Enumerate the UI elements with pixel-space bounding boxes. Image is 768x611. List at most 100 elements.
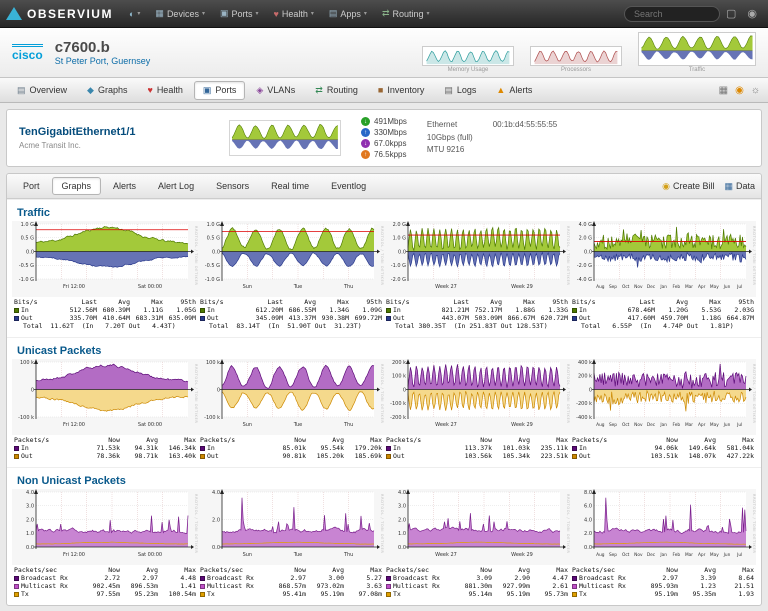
minigraph-processors[interactable]: Processors — [530, 46, 622, 73]
subtab-port[interactable]: Port — [13, 177, 50, 195]
port-subtabs-bar: PortGraphsAlertsAlert LogSensorsReal tim… — [7, 174, 761, 199]
global-menu[interactable]: ◐ ▾ — [122, 5, 147, 23]
graph-block-week: 100 k0-100 kSunTueThuRRDTOOL / TOBI OETI… — [198, 359, 384, 464]
memory-sparkline[interactable] — [422, 46, 514, 66]
logout-icon[interactable]: ◉ — [742, 7, 762, 20]
svg-text:200 k: 200 k — [578, 374, 592, 380]
rrd-graph[interactable]: 400 k200 k0-200 k-400 kAugSepOctNovDecJa… — [570, 359, 756, 435]
legend-swatch — [386, 592, 391, 597]
traffic-sparkline[interactable] — [638, 32, 756, 66]
port-type: Ethernet — [427, 119, 473, 132]
rrd-graph[interactable]: 100 k0-100 kSunTueThuRRDTOOL / TOBI OETI… — [198, 359, 384, 435]
graph-legend: Bits/sLastAvgMax95thIn821.21M752.17M1.88… — [384, 297, 570, 334]
nav-menus: ▦Devices▾▣Ports▾♥Health▾▤Apps▾⇄Routing▾ — [148, 4, 436, 23]
tab-vlans[interactable]: ◈VLANs — [247, 81, 304, 100]
data-icon: ▦ — [724, 181, 733, 192]
svg-text:Apr: Apr — [698, 284, 706, 290]
legend-row: Broadcast Rx2.973.005.27 — [200, 574, 382, 582]
legend-swatch — [572, 308, 577, 313]
mini-traffic-graph[interactable] — [229, 120, 341, 156]
graph-row: 1.0 G0.5 G0.0-0.5 G-1.0 GFri 12:00Sat 00… — [7, 221, 761, 337]
port-mtu: MTU 9216 — [427, 144, 473, 157]
svg-text:Jun: Jun — [723, 552, 731, 558]
legend-row: Out103.56k105.34k223.51k — [386, 452, 568, 460]
legend-header: Packets/sNowAvgMax — [386, 436, 568, 444]
legend-swatch — [386, 584, 391, 589]
device-name[interactable]: c7600.b — [55, 39, 151, 56]
svg-text:Thu: Thu — [343, 552, 353, 558]
health-icon: ♥ — [274, 9, 279, 19]
tabbar-right-icons: ▦ ◉ ☼ — [719, 85, 760, 96]
observium-logo[interactable]: OBSERVIUM — [6, 7, 113, 21]
data-button[interactable]: ▦Data — [724, 181, 755, 192]
rrd-graph[interactable]: 4.03.02.01.00.0Week 27Week 29RRDTOOL / T… — [384, 489, 570, 565]
brand-name: OBSERVIUM — [27, 7, 113, 21]
rrdtool-watermark: RRDTOOL / TOBI OETIKER — [752, 494, 756, 553]
mini-line-graph[interactable] — [530, 46, 622, 66]
subtab-real-time[interactable]: Real time — [261, 177, 319, 195]
legend-row: Out90.81k105.20k185.69k — [200, 452, 382, 460]
svg-text:Feb: Feb — [673, 552, 681, 558]
rate-value: 67.0kpps — [374, 139, 406, 148]
processors-sparkline[interactable] — [530, 46, 622, 66]
tab-routing[interactable]: ⇄Routing — [306, 81, 367, 100]
tab-logs[interactable]: ▤Logs — [435, 81, 485, 100]
mini-traffic-graph[interactable] — [638, 32, 756, 66]
bell-icon[interactable]: ◉ — [735, 85, 744, 96]
svg-text:-100 k: -100 k — [18, 415, 34, 421]
legend-row: Out345.09M413.37M930.38M699.72M — [200, 314, 382, 322]
minigraph-traffic[interactable]: Traffic — [638, 32, 756, 73]
tab-health[interactable]: ♥Health — [138, 81, 191, 100]
svg-text:Apr: Apr — [698, 422, 706, 428]
port-name[interactable]: TenGigabitEthernet1/1 — [19, 126, 209, 138]
create-bill-button[interactable]: ◉Create Bill — [662, 181, 714, 192]
svg-text:Sep: Sep — [609, 552, 617, 558]
rrd-graph[interactable]: 200 k100 k0-100 k-200 kWeek 27Week 29RRD… — [384, 359, 570, 435]
gear-icon[interactable]: ☼ — [751, 85, 760, 96]
svg-text:Sun: Sun — [243, 422, 253, 428]
rrdtool-watermark: RRDTOOL / TOBI OETIKER — [752, 226, 756, 285]
display-icon[interactable]: ▢ — [721, 7, 741, 20]
rrd-graph[interactable]: 100 k0-100 kFri 12:00Sat 00:00RRDTOOL / … — [12, 359, 198, 435]
svg-text:Jun: Jun — [723, 422, 731, 428]
tab-inventory[interactable]: ■Inventory — [369, 81, 433, 100]
menu-routing[interactable]: ⇄Routing▾ — [375, 4, 437, 23]
rrd-graph[interactable]: 1.0 G0.5 G0.0-0.5 G-1.0 GFri 12:00Sat 00… — [12, 221, 198, 297]
subtab-sensors[interactable]: Sensors — [206, 177, 259, 195]
rrd-graph[interactable]: 1.0 G0.5 G0.0-0.5 G-1.0 GSunTueThuRRDTOO… — [198, 221, 384, 297]
rrd-graph[interactable]: 8.06.04.02.00.0AugSepOctNovDecJanFebMarA… — [570, 489, 756, 565]
subtab-alerts[interactable]: Alerts — [103, 177, 146, 195]
subtab-graphs[interactable]: Graphs — [52, 177, 102, 195]
tab-overview[interactable]: ▤Overview — [8, 81, 76, 100]
legend-swatch — [572, 584, 577, 589]
subtab-alert-log[interactable]: Alert Log — [148, 177, 204, 195]
menu-devices[interactable]: ▦Devices▾ — [148, 4, 212, 23]
svg-text:2.0: 2.0 — [584, 531, 592, 537]
device-location[interactable]: St Peter Port, Guernsey — [55, 56, 151, 66]
mini-line-graph[interactable] — [422, 46, 514, 66]
svg-text:0.0: 0.0 — [212, 545, 220, 551]
minigraph-memory[interactable]: Memory Usage — [422, 46, 514, 73]
subtab-eventlog[interactable]: Eventlog — [321, 177, 376, 195]
devices-icon: ▦ — [155, 8, 164, 19]
rrd-graph[interactable]: 2.0 G1.0 G0.0-1.0 G-2.0 GWeek 27Week 29R… — [384, 221, 570, 297]
menu-apps[interactable]: ▤Apps▾ — [322, 4, 374, 23]
device-identity: c7600.b St Peter Port, Guernsey — [55, 39, 151, 66]
rrd-graph[interactable]: 4.03.02.01.00.0Fri 12:00Sat 00:00RRDTOOL… — [12, 489, 198, 565]
tab-graphs[interactable]: ◆Graphs — [78, 81, 136, 100]
menu-ports[interactable]: ▣Ports▾ — [213, 4, 266, 23]
search-input[interactable] — [624, 6, 720, 22]
tab-alerts[interactable]: ▲Alerts — [487, 81, 541, 100]
legend-swatch — [386, 454, 391, 459]
rrd-graph[interactable]: 4.0 G2.0 G0.0-2.0 G-4.0 GAugSepOctNovDec… — [570, 221, 756, 297]
svg-text:Week 29: Week 29 — [511, 422, 533, 428]
rrd-graph[interactable]: 4.02.00.0SunTueThuRRDTOOL / TOBI OETIKER — [198, 489, 384, 565]
menu-health[interactable]: ♥Health▾ — [267, 4, 321, 23]
legend-swatch — [386, 446, 391, 451]
svg-text:0: 0 — [403, 387, 406, 393]
window-icon[interactable]: ▦ — [719, 85, 728, 96]
legend-swatch — [14, 316, 19, 321]
port-traffic-sparkline[interactable] — [229, 120, 341, 156]
caret-down-icon: ▾ — [427, 10, 430, 17]
tab-ports[interactable]: ▣Ports — [194, 81, 246, 100]
